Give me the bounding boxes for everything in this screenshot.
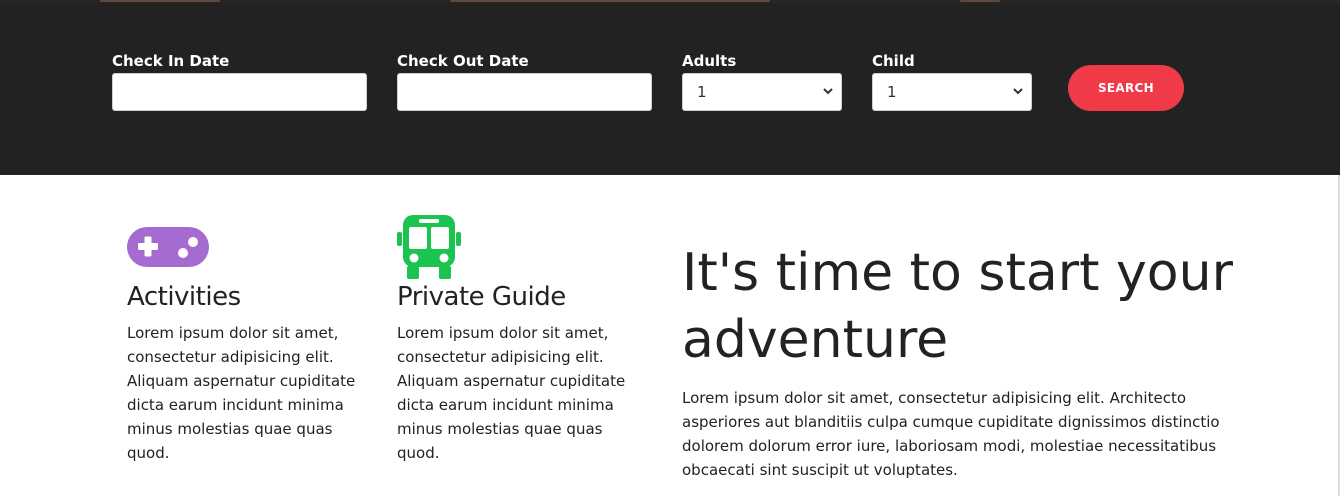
- check-in-label: Check In Date: [112, 52, 230, 70]
- feature-text: Lorem ipsum dolor sit amet, consectetur …: [397, 324, 626, 462]
- feature-icon-box: [397, 214, 627, 280]
- search-button[interactable]: SEARCH: [1068, 65, 1184, 111]
- check-in-input[interactable]: [112, 73, 367, 111]
- child-field: Child 1: [872, 52, 1032, 111]
- feature-activities: Activities Lorem ipsum dolor sit amet, c…: [127, 214, 357, 465]
- adults-label: Adults: [682, 52, 737, 70]
- child-select[interactable]: 1: [872, 73, 1032, 111]
- check-in-field: Check In Date: [112, 52, 367, 111]
- adventure-section: It's time to start your adventure Lorem …: [682, 240, 1242, 482]
- adults-field: Adults 1: [682, 52, 842, 111]
- feature-private-guide: Private Guide Lorem ipsum dolor sit amet…: [397, 214, 627, 465]
- bus-icon: [397, 215, 461, 279]
- booking-bar: Check In Date Check Out Date Adults 1 Ch…: [0, 0, 1340, 175]
- adventure-text: Lorem ipsum dolor sit amet, consectetur …: [682, 389, 1220, 479]
- hero-image-edge: [0, 0, 1340, 3]
- feature-text: Lorem ipsum dolor sit amet, consectetur …: [127, 324, 356, 462]
- check-out-field: Check Out Date: [397, 52, 652, 111]
- adults-select[interactable]: 1: [682, 73, 842, 111]
- adventure-heading: It's time to start your adventure: [682, 243, 1233, 370]
- feature-title: Activities: [127, 282, 241, 312]
- feature-icon-box: [127, 214, 357, 280]
- check-out-label: Check Out Date: [397, 52, 529, 70]
- child-label: Child: [872, 52, 915, 70]
- check-out-input[interactable]: [397, 73, 652, 111]
- gamepad-icon: [127, 227, 209, 267]
- feature-title: Private Guide: [397, 282, 566, 312]
